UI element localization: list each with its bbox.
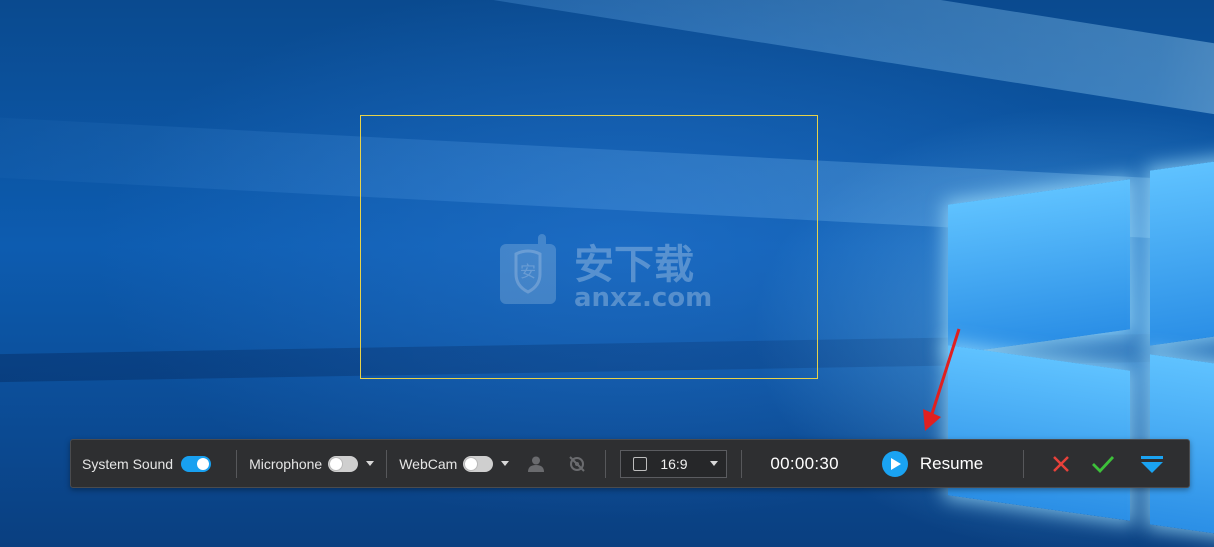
microphone-group: Microphone bbox=[249, 440, 375, 487]
aspect-ratio-value: 16:9 bbox=[660, 455, 688, 472]
aspect-ratio-dropdown-icon[interactable] bbox=[710, 461, 719, 466]
watermark-cn-text: 安下载 bbox=[574, 242, 694, 288]
watermark-badge-char: 安 bbox=[520, 262, 536, 281]
system-sound-group: System Sound bbox=[82, 440, 212, 487]
divider bbox=[386, 449, 388, 478]
webcam-label: WebCam bbox=[399, 455, 458, 472]
person-icon[interactable] bbox=[527, 455, 545, 473]
resume-label: Resume bbox=[919, 453, 984, 473]
microphone-toggle[interactable] bbox=[328, 455, 359, 472]
collapse-icon[interactable] bbox=[1140, 454, 1164, 474]
watermark-logo: 安 安下载 anxz.com bbox=[500, 234, 712, 312]
red-arrow-annotation bbox=[923, 328, 961, 431]
webcam-toggle[interactable] bbox=[463, 455, 494, 472]
webcam-group: WebCam bbox=[399, 440, 586, 487]
system-sound-label: System Sound bbox=[82, 455, 174, 472]
recording-timer: 00:00:30 bbox=[770, 453, 839, 473]
watermark-url-text: anxz.com bbox=[574, 283, 712, 312]
close-icon[interactable] bbox=[1052, 455, 1070, 473]
resume-button[interactable]: Resume bbox=[881, 450, 984, 477]
microphone-label: Microphone bbox=[249, 455, 323, 472]
aspect-ratio-select[interactable]: 16:9 bbox=[620, 449, 728, 478]
webcam-dropdown-icon[interactable] bbox=[501, 461, 510, 466]
aspect-ratio-checkbox[interactable] bbox=[633, 456, 648, 471]
check-icon[interactable] bbox=[1091, 455, 1115, 473]
play-icon bbox=[881, 450, 908, 477]
microphone-dropdown-icon[interactable] bbox=[366, 461, 375, 466]
divider bbox=[741, 449, 743, 478]
camera-off-icon[interactable] bbox=[568, 455, 586, 473]
recording-toolbar: System Sound Microphone WebCam 16:9 00:0… bbox=[70, 439, 1190, 488]
divider bbox=[236, 449, 238, 478]
divider bbox=[605, 449, 607, 478]
system-sound-toggle[interactable] bbox=[181, 455, 212, 472]
divider bbox=[1023, 449, 1025, 478]
